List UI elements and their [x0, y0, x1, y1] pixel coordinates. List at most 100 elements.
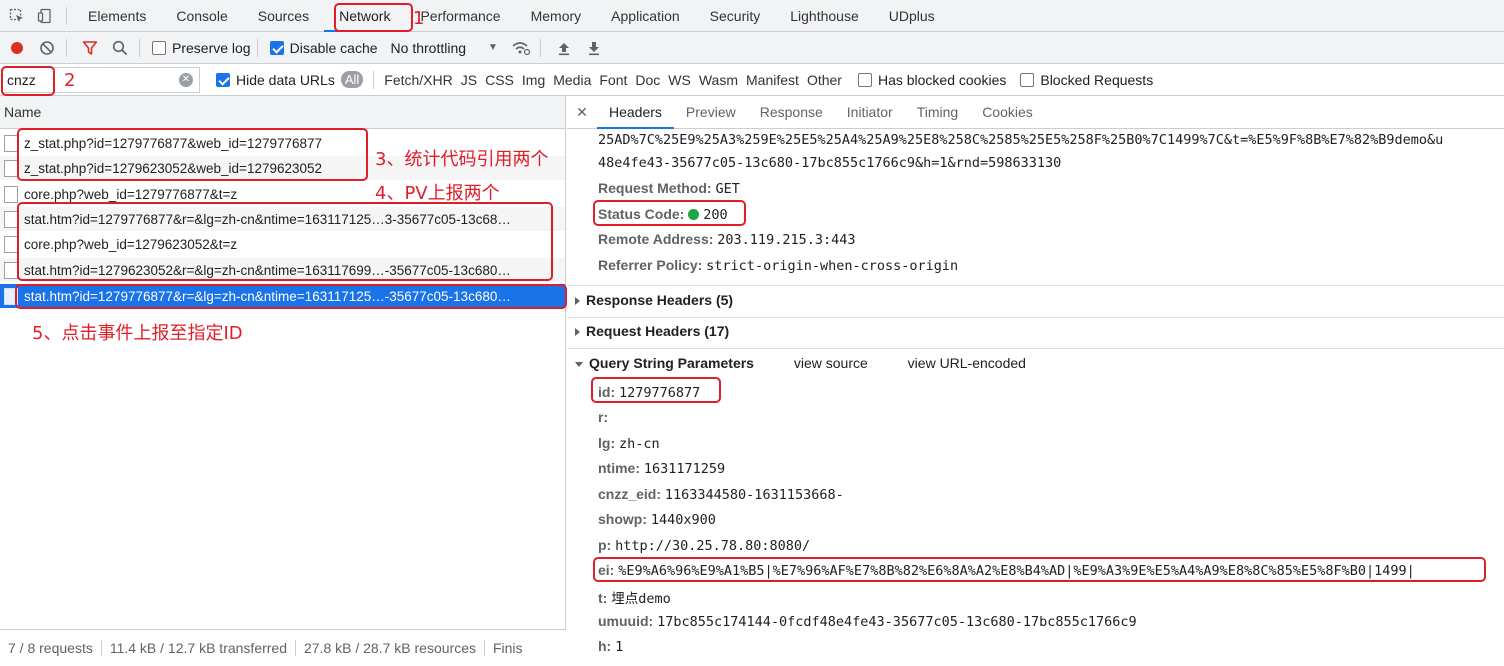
checkbox-box[interactable]: [1020, 72, 1035, 87]
record-icon[interactable]: [4, 35, 30, 61]
filter-icon[interactable]: [77, 35, 103, 61]
annotation-label-5: 5、点击事件上报至指定ID: [32, 323, 243, 344]
filter-type-img[interactable]: Img: [518, 72, 549, 88]
resources-size: 27.8 kB / 28.7 kB resources: [296, 640, 485, 656]
inspect-element-icon[interactable]: [6, 5, 28, 27]
param-row: cnzz_eid: 1163344580-1631153668-: [598, 486, 844, 503]
view-url-encoded-link[interactable]: view URL-encoded: [908, 355, 1026, 371]
param-row: r:: [598, 409, 608, 426]
param-key: umuuid:: [598, 613, 654, 629]
request-headers-title: Request Headers (17): [586, 323, 730, 339]
param-key: h:: [598, 638, 612, 654]
has-blocked-cookies-label: Has blocked cookies: [877, 71, 1007, 88]
tab-preview[interactable]: Preview: [674, 96, 748, 129]
param-row: t: 埋点demo: [598, 587, 671, 607]
tab-elements[interactable]: Elements: [73, 0, 161, 32]
filter-type-media[interactable]: Media: [549, 72, 595, 88]
tab-lighthouse[interactable]: Lighthouse: [775, 0, 874, 32]
annotation-box-id-param: [591, 377, 721, 403]
status-footer: 7 / 8 requests 11.4 kB / 12.7 kB transfe…: [0, 629, 566, 666]
param-value: 1440x900: [650, 512, 716, 528]
search-icon[interactable]: [107, 35, 133, 61]
tab-headers[interactable]: Headers: [597, 96, 674, 129]
annotation-label-3: 3、统计代码引用两个: [375, 149, 549, 170]
remote-address-value: 203.119.215.3:443: [717, 232, 856, 248]
finish-time: Finis: [492, 640, 523, 656]
request-method-key: Request Method:: [598, 180, 712, 196]
checkbox-box[interactable]: [857, 72, 872, 87]
clear-filter-icon[interactable]: ✕: [179, 72, 193, 87]
has-blocked-cookies-checkbox[interactable]: Has blocked cookies: [857, 71, 1007, 88]
filter-type-ws[interactable]: WS: [664, 72, 695, 88]
import-har-icon[interactable]: [551, 35, 577, 61]
blocked-requests-checkbox[interactable]: Blocked Requests: [1020, 72, 1153, 88]
throttling-select[interactable]: No throttling ▼: [391, 40, 498, 56]
filter-type-all[interactable]: All: [340, 71, 364, 88]
device-toolbar-icon[interactable]: [34, 5, 56, 27]
tab-initiator[interactable]: Initiator: [835, 96, 905, 129]
checkbox-box[interactable]: [269, 40, 284, 55]
tab-console[interactable]: Console: [161, 0, 242, 32]
preserve-log-label: Preserve log: [172, 39, 251, 56]
annotation-box-network-tab: [334, 3, 413, 32]
request-method-value: GET: [715, 181, 740, 197]
image-file-icon: [4, 210, 18, 228]
param-value: 1: [615, 639, 624, 655]
filter-type-css[interactable]: CSS: [481, 72, 518, 88]
divider: [567, 317, 1504, 318]
tab-timing[interactable]: Timing: [905, 96, 971, 129]
filter-type-other[interactable]: Other: [803, 72, 846, 88]
request-count: 7 / 8 requests: [0, 640, 102, 656]
divider: [567, 348, 1504, 349]
filter-type-doc[interactable]: Doc: [631, 72, 664, 88]
param-row: umuuid: 17bc855c174144-0fcdf48e4fe43-356…: [598, 613, 1137, 630]
param-key: r:: [598, 409, 609, 425]
tab-response[interactable]: Response: [748, 96, 835, 129]
filter-type-js[interactable]: JS: [457, 72, 481, 88]
checkbox-box[interactable]: [216, 72, 230, 87]
param-value: 17bc855c174144-0fcdf48e4fe43-35677c05-13…: [657, 614, 1137, 630]
tab-memory[interactable]: Memory: [516, 0, 597, 32]
filter-type-fetch-xhr[interactable]: Fetch/XHR: [380, 72, 456, 88]
annotation-box-click-event: [15, 284, 567, 309]
hide-data-urls-checkbox[interactable]: Hide data URLs: [216, 72, 335, 88]
tab-security[interactable]: Security: [695, 0, 776, 32]
disable-cache-label: Disable cache: [289, 39, 378, 56]
close-icon[interactable]: ✕: [567, 104, 597, 121]
query-string-section[interactable]: Query String Parameters view source view…: [575, 355, 1026, 371]
request-headers-section[interactable]: Request Headers (17): [575, 323, 729, 339]
tab-udplus[interactable]: UDplus: [874, 0, 950, 32]
param-value: 埋点demo: [611, 591, 671, 607]
param-key: p:: [598, 537, 612, 553]
preserve-log-checkbox[interactable]: Preserve log: [152, 40, 251, 56]
request-method-row: Request Method: GET: [598, 180, 740, 197]
param-value: http://30.25.78.80:8080/: [615, 538, 811, 554]
param-row: lg: zh-cn: [598, 435, 660, 452]
checkbox-box[interactable]: [152, 40, 166, 55]
file-icon: [4, 235, 18, 253]
export-har-icon[interactable]: [581, 35, 607, 61]
filter-type-wasm[interactable]: Wasm: [695, 72, 742, 88]
disable-cache-checkbox[interactable]: Disable cache: [269, 39, 378, 56]
divider: [567, 285, 1504, 286]
throttling-value: No throttling: [390, 39, 467, 56]
filter-bar: ✕ Hide data URLs All Fetch/XHR JS CSS Im…: [0, 64, 1504, 96]
divider: [66, 38, 67, 57]
param-value: 1631171259: [643, 461, 726, 477]
tab-cookies[interactable]: Cookies: [970, 96, 1045, 129]
clear-icon[interactable]: [34, 35, 60, 61]
file-icon: [4, 159, 18, 177]
response-headers-section[interactable]: Response Headers (5): [575, 292, 733, 308]
chevron-down-icon: ▼: [488, 42, 498, 53]
annotation-label-1: 1: [413, 8, 425, 29]
network-conditions-icon[interactable]: [508, 35, 534, 61]
tab-sources[interactable]: Sources: [243, 0, 324, 32]
image-file-icon: [4, 261, 18, 279]
filter-type-font[interactable]: Font: [595, 72, 631, 88]
remote-address-row: Remote Address: 203.119.215.3:443: [598, 231, 855, 248]
view-source-link[interactable]: view source: [794, 355, 868, 371]
filter-type-manifest[interactable]: Manifest: [742, 72, 803, 88]
referrer-policy-key: Referrer Policy:: [598, 257, 703, 273]
tab-application[interactable]: Application: [596, 0, 695, 32]
name-column-header[interactable]: Name: [0, 96, 565, 129]
